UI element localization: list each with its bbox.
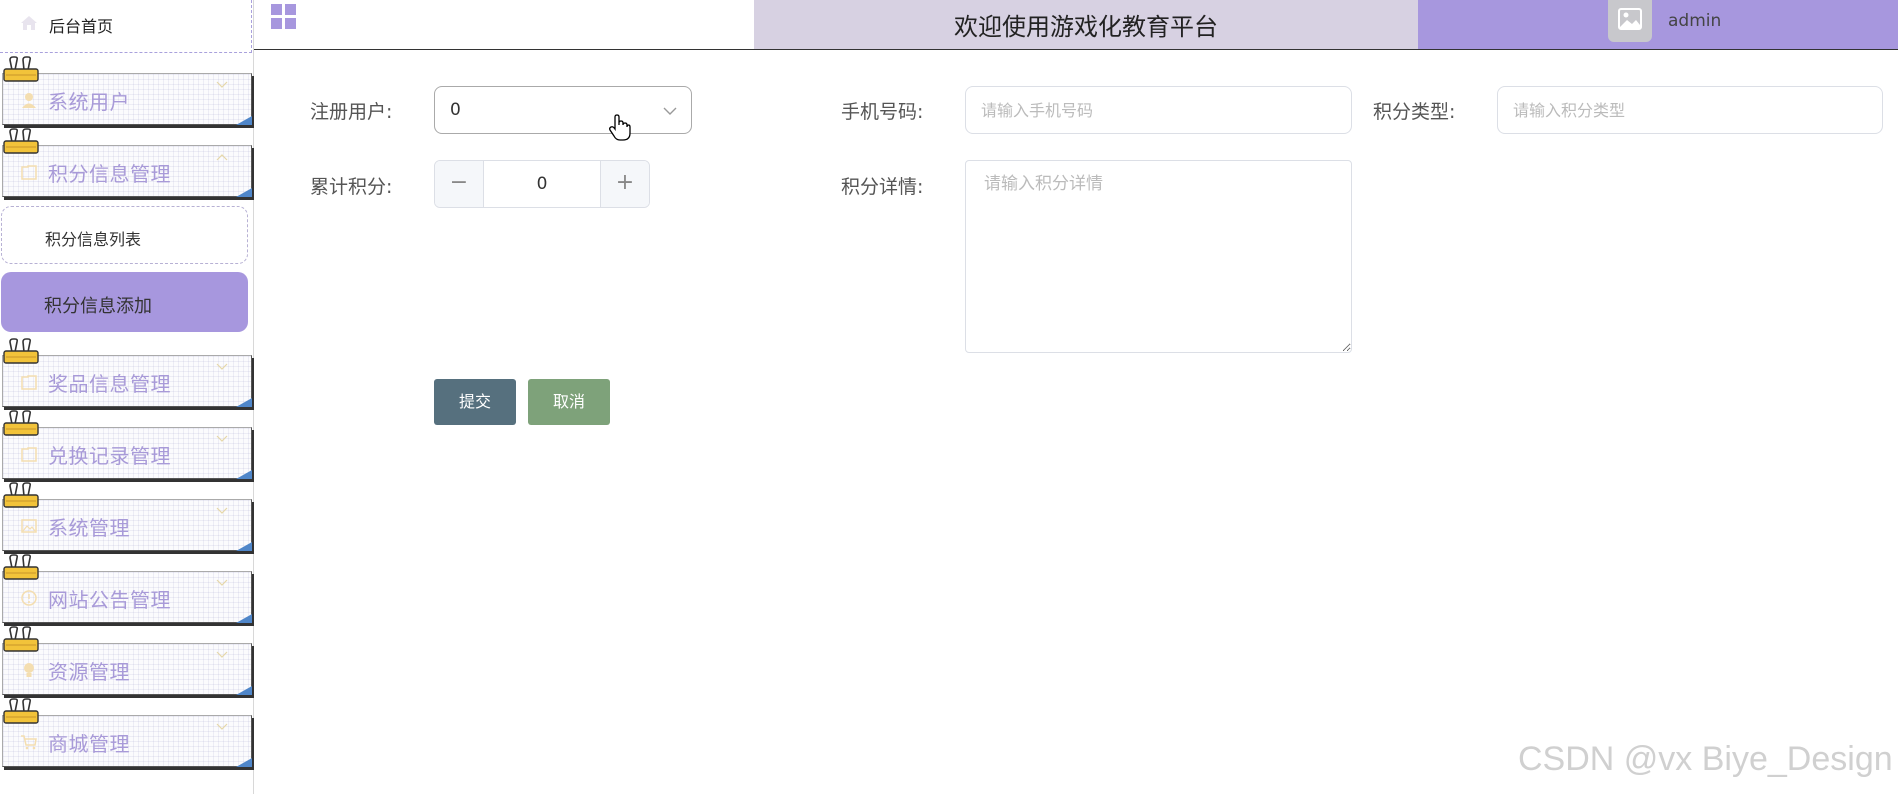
- binder-clip-icon: [3, 698, 39, 724]
- points-type-label: 积分类型:: [1373, 101, 1456, 123]
- binder-clip-icon: [3, 626, 39, 652]
- image-icon: [21, 519, 37, 533]
- decrement-button[interactable]: −: [435, 161, 484, 207]
- sidebar-item-system-management[interactable]: 系统管理: [2, 482, 252, 553]
- sidebar-item-announcements[interactable]: 网站公告管理: [2, 554, 252, 625]
- points-type-input[interactable]: [1497, 86, 1883, 134]
- sidebar-item-label: 系统管理: [48, 516, 130, 540]
- watermark: CSDN @vx Biye_Design: [1518, 740, 1893, 778]
- menu-grid-icon[interactable]: [271, 4, 298, 31]
- sidebar-item-label: 积分信息管理: [48, 162, 171, 186]
- sidebar-item-mall[interactable]: 商城管理: [2, 698, 252, 769]
- user-select[interactable]: 0: [434, 86, 692, 134]
- binder-clip-icon: [3, 482, 39, 508]
- image-placeholder-icon: [1618, 8, 1642, 30]
- binder-clip-icon: [3, 338, 39, 364]
- folder-icon: [21, 165, 37, 180]
- points-detail-textarea[interactable]: [965, 160, 1352, 353]
- phone-label: 手机号码:: [841, 101, 924, 123]
- cancel-button[interactable]: 取消: [528, 379, 610, 425]
- total-points-stepper[interactable]: − 0 +: [434, 160, 650, 208]
- binder-clip-icon: [3, 128, 39, 154]
- binder-clip-icon: [3, 56, 39, 82]
- sidebar-item-label: 网站公告管理: [48, 588, 171, 612]
- sidebar-item-system-users[interactable]: 系统用户: [2, 56, 252, 127]
- binder-clip-icon: [3, 410, 39, 436]
- sidebar-item-label: 兑换记录管理: [48, 444, 171, 468]
- cart-icon: [21, 735, 37, 750]
- user-select-value: 0: [450, 100, 461, 120]
- sidebar-item-points-management[interactable]: 积分信息管理: [2, 128, 252, 199]
- title-band: 欢迎使用游戏化教育平台: [754, 0, 1418, 49]
- avatar[interactable]: [1608, 0, 1652, 42]
- sidebar-item-label: 系统用户: [48, 90, 130, 114]
- username[interactable]: admin: [1668, 11, 1721, 31]
- folder-icon: [21, 375, 37, 390]
- phone-input[interactable]: [965, 86, 1352, 134]
- chevron-down-icon: [663, 107, 677, 115]
- submenu-item-points-list[interactable]: 积分信息列表: [1, 206, 248, 264]
- sidebar-item-label: 后台首页: [49, 17, 114, 36]
- user-area[interactable]: admin: [1418, 0, 1898, 49]
- chevron-down-icon: [216, 723, 228, 730]
- sidebar-item-home[interactable]: 后台首页: [0, 0, 252, 53]
- sidebar: 后台首页 系统用户 积分信息管理 积分信息列表 积分信息添加 奖品信息管理 兑换…: [0, 0, 254, 794]
- page-title: 欢迎使用游戏化教育平台: [954, 13, 1218, 41]
- sidebar-item-resources[interactable]: 资源管理: [2, 626, 252, 697]
- sidebar-item-label: 资源管理: [48, 660, 130, 684]
- points-detail-label: 积分详情:: [841, 176, 924, 198]
- home-icon: [21, 16, 37, 30]
- info-icon: [21, 590, 37, 606]
- chevron-down-icon: [216, 435, 228, 442]
- hand-cursor-icon: [609, 114, 631, 141]
- chevron-down-icon: [216, 507, 228, 514]
- submenu-item-label: 积分信息添加: [44, 296, 152, 317]
- sidebar-item-exchange-records[interactable]: 兑换记录管理: [2, 410, 252, 481]
- chevron-up-icon: [216, 154, 228, 161]
- chevron-down-icon: [216, 651, 228, 658]
- submenu-item-points-add[interactable]: 积分信息添加: [1, 272, 248, 332]
- submit-button[interactable]: 提交: [434, 379, 516, 425]
- submenu-item-label: 积分信息列表: [45, 230, 142, 249]
- chevron-down-icon: [216, 579, 228, 586]
- user-label: 注册用户:: [310, 101, 393, 123]
- chevron-down-icon: [216, 363, 228, 370]
- total-points-label: 累计积分:: [310, 176, 393, 198]
- sidebar-item-label: 奖品信息管理: [48, 372, 171, 396]
- lightbulb-icon: [24, 663, 34, 677]
- user-icon: [22, 93, 36, 108]
- increment-button[interactable]: +: [600, 161, 649, 207]
- sidebar-item-label: 商城管理: [48, 732, 130, 756]
- sidebar-item-prize-management[interactable]: 奖品信息管理: [2, 338, 252, 409]
- binder-clip-icon: [3, 554, 39, 580]
- chevron-down-icon: [216, 81, 228, 88]
- total-points-value[interactable]: 0: [483, 174, 601, 194]
- folder-icon: [21, 447, 37, 462]
- top-header: 欢迎使用游戏化教育平台 admin: [254, 0, 1898, 50]
